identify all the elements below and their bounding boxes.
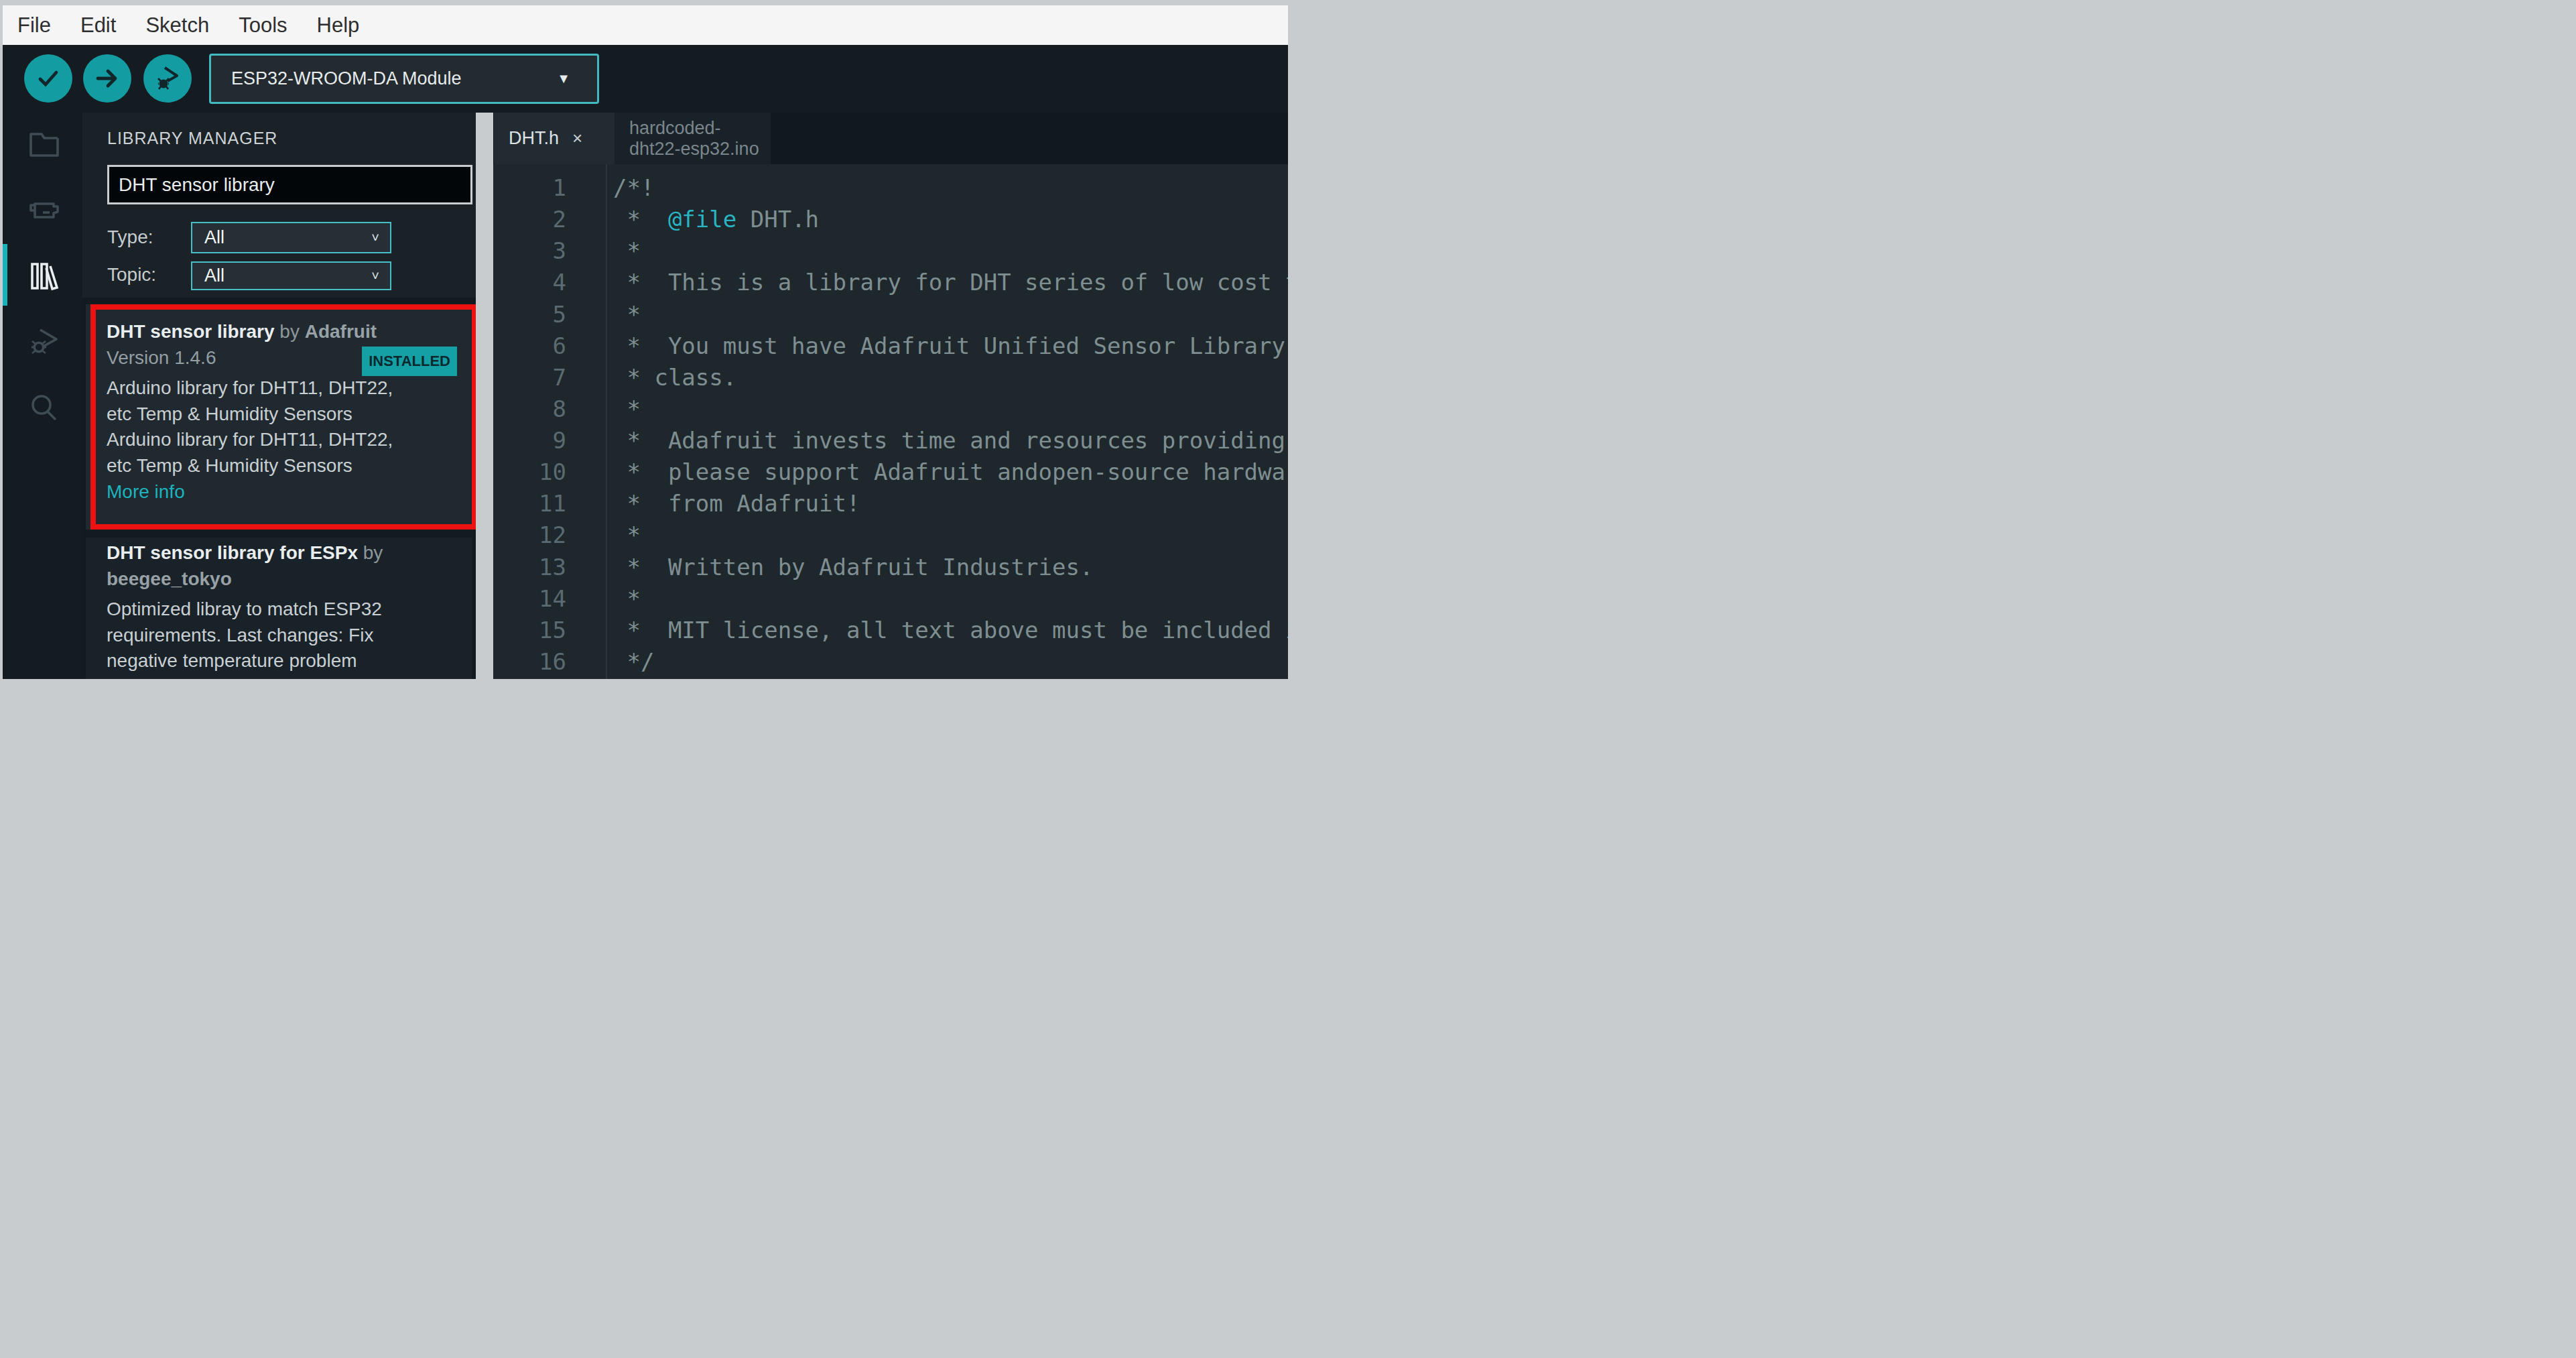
activity-bar: [3, 113, 82, 679]
type-filter-select[interactable]: All˅: [191, 222, 391, 253]
code-line: 5 *: [493, 299, 1288, 330]
board-selector[interactable]: ESP32-WROOM-DA Module ▼: [209, 54, 599, 104]
board-selector-value: ESP32-WROOM-DA Module: [231, 68, 462, 89]
line-number: 10: [493, 456, 566, 488]
sketchbook-icon[interactable]: [27, 127, 62, 162]
library-description: Optimized libray to match ESP32requireme…: [107, 597, 456, 679]
code-line: 6 * You must have Adafruit Unified Senso…: [493, 330, 1288, 362]
topic-filter-label: Topic:: [107, 264, 156, 286]
close-icon[interactable]: ×: [572, 128, 582, 149]
line-number: 12: [493, 519, 566, 551]
search-icon[interactable]: [27, 390, 62, 425]
code-line: 16 */: [493, 646, 1288, 678]
menu-file[interactable]: File: [17, 13, 67, 38]
line-number: 1: [493, 172, 566, 204]
selection-highlight-box: [90, 304, 476, 530]
active-tab-indicator: [3, 244, 7, 306]
check-icon: [35, 65, 62, 92]
code-line: 4 * This is a library for DHT series of …: [493, 267, 1288, 298]
line-number: 11: [493, 488, 566, 519]
debug-button[interactable]: [143, 54, 192, 103]
code-line: 8 *: [493, 393, 1288, 425]
code-line: 11 * from Adafruit!: [493, 488, 1288, 519]
menu-bar: File Edit Sketch Tools Help: [3, 5, 1288, 45]
code-line: 7 * class.: [493, 362, 1288, 393]
boards-manager-icon[interactable]: [27, 193, 62, 228]
code-line: 1/*!: [493, 172, 1288, 204]
line-number: 15: [493, 615, 566, 646]
sidebar-library-manager: LIBRARY MANAGER Type: All˅ Topic: All˅ D…: [82, 113, 476, 679]
debug-icon: [153, 64, 182, 93]
line-number: 13: [493, 552, 566, 583]
verify-button[interactable]: [24, 54, 72, 103]
library-manager-icon[interactable]: [27, 259, 62, 294]
menu-help[interactable]: Help: [317, 13, 376, 38]
chevron-down-icon: ˅: [371, 230, 379, 245]
line-number: 5: [493, 299, 566, 330]
line-number: 7: [493, 362, 566, 393]
chevron-down-icon: ▼: [557, 71, 570, 86]
line-number: 4: [493, 267, 566, 298]
line-number: 9: [493, 425, 566, 456]
chevron-down-icon: ˅: [371, 268, 379, 284]
line-number: 6: [493, 330, 566, 362]
sidebar-header: LIBRARY MANAGER: [107, 129, 277, 148]
type-filter-label: Type:: [107, 227, 153, 248]
code-line: 12 *: [493, 519, 1288, 551]
code-line: 13 * Written by Adafruit Industries.: [493, 552, 1288, 583]
library-list: DHT sensor library by AdafruitVersion 1.…: [82, 298, 476, 679]
code-line: 9 * Adafruit invests time and resources …: [493, 425, 1288, 456]
code-line: 10 * please support Adafruit andopen-sou…: [493, 456, 1288, 488]
menu-sketch[interactable]: Sketch: [145, 13, 225, 38]
menu-edit[interactable]: Edit: [80, 13, 132, 38]
code-line: 15 * MIT license, all text above must be…: [493, 615, 1288, 646]
editor-tab-bar: DHT.h × hardcoded-dht22-esp32.ino • • •: [493, 113, 1288, 164]
code-line: 2 * @file DHT.h: [493, 204, 1288, 235]
topic-filter-select[interactable]: All˅: [191, 261, 391, 290]
upload-button[interactable]: [83, 54, 131, 103]
library-list-item[interactable]: DHT sensor library for ESPx by beegee_to…: [86, 538, 472, 679]
library-title: DHT sensor library for ESPx by beegee_to…: [107, 540, 456, 592]
code-line: 14 *: [493, 583, 1288, 615]
arrow-right-icon: [94, 65, 121, 92]
code-line: 3 *: [493, 235, 1288, 267]
library-search-input[interactable]: [107, 165, 472, 204]
line-number: 8: [493, 393, 566, 425]
line-number: 14: [493, 583, 566, 615]
line-number: 16: [493, 646, 566, 678]
line-number: 3: [493, 235, 566, 267]
tab-dht-h[interactable]: DHT.h ×: [494, 113, 615, 164]
code-line: 17: [493, 678, 1288, 679]
tab-ino[interactable]: hardcoded-dht22-esp32.ino: [615, 113, 771, 164]
code-editor[interactable]: 1/*!2 * @file DHT.h3 *4 * This is a libr…: [493, 164, 1288, 679]
line-number: 17: [493, 678, 566, 679]
debug-panel-icon[interactable]: [27, 324, 62, 359]
menu-tools[interactable]: Tools: [239, 13, 303, 38]
line-number: 2: [493, 204, 566, 235]
toolbar: ESP32-WROOM-DA Module ▼: [3, 45, 1288, 113]
